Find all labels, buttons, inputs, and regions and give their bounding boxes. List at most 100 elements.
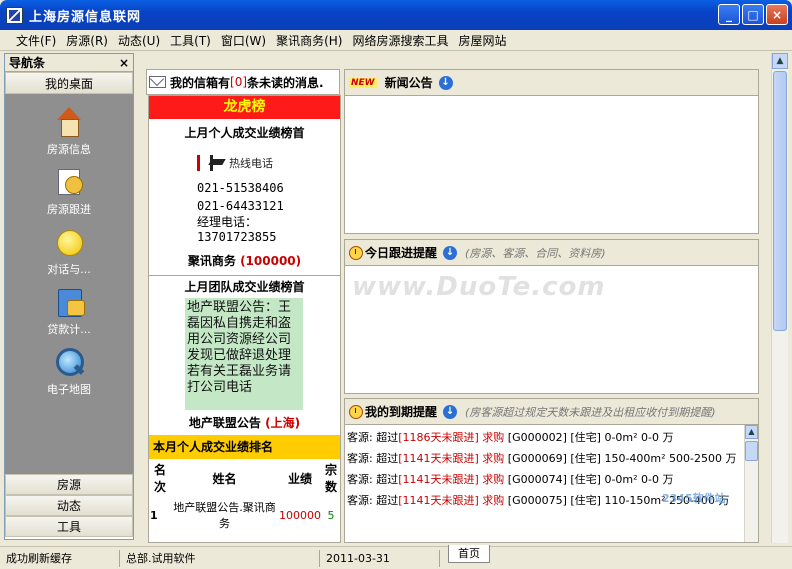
inbox-count: [0] xyxy=(230,75,248,89)
maximize-button[interactable]: □ xyxy=(742,4,764,25)
ranking-title: 龙虎榜 xyxy=(149,96,340,119)
scroll-thumb[interactable] xyxy=(773,71,787,331)
menu-tools[interactable]: 工具(T) xyxy=(170,32,211,49)
hotline-logo: 热线电话 xyxy=(197,153,340,173)
row-days: [1141天未跟进] xyxy=(398,494,479,507)
nav-tool-listings[interactable]: 房源信息 xyxy=(5,106,133,157)
hotline-label: 热线电话 xyxy=(229,157,273,170)
phone-1: 021-51538406 xyxy=(197,181,284,195)
scroll-up-icon[interactable]: ▲ xyxy=(745,425,758,439)
inbox-suffix: 条未读的消息. xyxy=(247,75,324,90)
corner-watermark: 2345软件站 xyxy=(662,492,726,505)
tab-home[interactable]: 首页 xyxy=(448,545,490,563)
divider xyxy=(149,275,340,276)
scroll-thumb[interactable] xyxy=(745,441,758,461)
nav-close-icon[interactable]: × xyxy=(119,56,129,70)
manager-phone: 13701723855 xyxy=(197,230,277,244)
main-area: 我的信箱有 [0] 条未读的消息. 龙虎榜 上月个人成交业绩榜首 热线电话 02… xyxy=(138,53,771,543)
row-detail: [G000074] [住宅] 0-0m² 0-0 万 xyxy=(504,473,674,486)
cell-name: 地产联盟公告.聚讯商务 xyxy=(173,501,276,530)
nav-section-desktop[interactable]: 我的桌面 xyxy=(5,72,133,94)
arrow-down-icon[interactable]: ↓ xyxy=(438,75,453,90)
expiry-hint: (房客源超过规定天数未跟进及出租应收付到期提醒) xyxy=(465,405,716,419)
smile-icon xyxy=(53,226,85,258)
arrow-down-icon[interactable]: ↓ xyxy=(443,245,458,260)
house-icon xyxy=(53,106,85,138)
expiry-title: 我的到期提醒 xyxy=(365,405,438,419)
row-detail: [G000002] [住宅] 0-0m² 0-0 万 xyxy=(504,431,674,444)
monthly-ranking-title: 本月个人成交业绩排名 xyxy=(149,435,340,459)
row-type: 客源: 超过 xyxy=(347,473,399,486)
expiry-panel: 我的到期提醒 ↓ (房客源超过规定天数未跟进及出租应收付到期提醒) 客源: 超过… xyxy=(344,398,759,543)
list-item[interactable]: 客源: 超过[1186天未跟进] 求购 [G000002] [住宅] 0-0m²… xyxy=(347,427,741,448)
col-deals: 宗数 xyxy=(324,463,337,494)
team-notice: 地产联盟公告：王磊因私自携走和盗用公司资源经公司发现已做辞退处理 若有关王磊业务… xyxy=(185,298,303,410)
rank-table-header: 名次 姓名 业绩 宗数 xyxy=(149,459,340,497)
nav-tool-loan[interactable]: 贷款计... xyxy=(5,286,133,337)
menu-juxun[interactable]: 聚讯商务(H) xyxy=(276,32,342,49)
cell-rank: 1 xyxy=(150,508,158,522)
manager-label: 经理电话： xyxy=(197,215,258,229)
nav-tool-map[interactable]: 电子地图 xyxy=(5,346,133,397)
row-days: [1141天未跟进] xyxy=(398,473,479,486)
nav-tool-label: 房源跟进 xyxy=(47,203,91,216)
nav-header: 导航条 × xyxy=(5,54,133,72)
row-kind: 求购 xyxy=(482,473,505,486)
nav-tools: 房源信息 房源跟进 对话与... 贷款计... 电子地图 xyxy=(5,94,133,474)
scroll-up-icon[interactable]: ▲ xyxy=(772,53,788,69)
row-type: 客源: 超过 xyxy=(347,452,399,465)
close-button[interactable]: × xyxy=(766,4,788,25)
hotline-icon xyxy=(197,153,225,173)
ranking-panel: 龙虎榜 上月个人成交业绩榜首 热线电话 021-51538406 021-644… xyxy=(148,95,341,543)
menu-search-tool[interactable]: 网络房源搜索工具 xyxy=(352,32,448,49)
list-item[interactable]: 客源: 超过[1141天未跟进] 求购 [G000069] [住宅] 150-4… xyxy=(347,448,741,469)
phone-2: 021-64433121 xyxy=(197,199,284,213)
menu-bar: 文件(F) 房源(R) 动态(U) 工具(T) 窗口(W) 聚讯商务(H) 网络… xyxy=(0,30,792,51)
menu-file[interactable]: 文件(F) xyxy=(16,32,56,49)
new-badge-icon: NEW xyxy=(349,77,377,88)
nav-section-tools[interactable]: 工具 xyxy=(5,516,133,537)
list-item[interactable]: 客源: 超过[1141天未跟进] 求购 [G000074] [住宅] 0-0m²… xyxy=(347,469,741,490)
inbox-bar[interactable]: 我的信箱有 [0] 条未读的消息. xyxy=(146,69,340,95)
map-icon xyxy=(53,346,85,378)
calc-icon xyxy=(53,286,85,318)
league-name: 地产联盟公告 xyxy=(188,416,261,430)
expiry-header: 我的到期提醒 ↓ (房客源超过规定天数未跟进及出租应收付到期提醒) xyxy=(345,399,758,425)
biz-line: 聚讯商务 (100000) xyxy=(149,252,340,269)
league-line: 地产联盟公告 (上海) xyxy=(149,414,340,431)
nav-tool-chat[interactable]: 对话与... xyxy=(5,226,133,277)
nav-panel: 导航条 × 我的桌面 房源信息 房源跟进 对话与... 贷款计... 电子地图 … xyxy=(4,53,134,540)
arrow-down-icon[interactable]: ↓ xyxy=(443,404,458,419)
cell-perf: 100000 xyxy=(279,508,321,522)
row-type: 客源: 超过 xyxy=(347,431,399,444)
today-hint: (房源、客源、合同、资料房) xyxy=(465,246,606,260)
today-title: 今日跟进提醒 xyxy=(365,246,438,260)
alarm-clock-icon xyxy=(349,245,363,260)
nav-section-news[interactable]: 动态 xyxy=(5,495,133,516)
expiry-list: 客源: 超过[1186天未跟进] 求购 [G000002] [住宅] 0-0m²… xyxy=(345,425,743,541)
follow-icon xyxy=(53,166,85,198)
col-rank: 名次 xyxy=(153,463,166,494)
col-perf: 业绩 xyxy=(287,471,312,486)
nav-section-listings[interactable]: 房源 xyxy=(5,474,133,495)
cell-deals: 5 xyxy=(327,508,335,522)
minimize-button[interactable]: _ xyxy=(718,4,740,25)
news-title: 新闻公告 xyxy=(384,76,433,90)
expiry-scrollbar[interactable]: ▲ xyxy=(744,425,758,542)
nav-tool-label: 贷款计... xyxy=(47,323,91,336)
today-header: 今日跟进提醒 ↓ (房源、客源、合同、资料房) xyxy=(345,240,758,266)
row-days: [1186天未跟进] xyxy=(398,431,479,444)
today-panel: 今日跟进提醒 ↓ (房源、客源、合同、资料房) xyxy=(344,239,759,394)
app-icon xyxy=(6,6,23,24)
menu-window[interactable]: 窗口(W) xyxy=(221,32,266,49)
nav-tool-followup[interactable]: 房源跟进 xyxy=(5,166,133,217)
window-title: 上海房源信息联网 xyxy=(29,9,142,25)
menu-news[interactable]: 动态(U) xyxy=(118,32,160,49)
menu-websites[interactable]: 房屋网站 xyxy=(458,32,506,49)
nav-title: 导航条 xyxy=(9,56,46,70)
table-row[interactable]: 1 地产联盟公告.聚讯商务 100000 5 xyxy=(149,497,340,533)
status-message: 成功刷新缓存 xyxy=(0,549,120,567)
main-scrollbar[interactable]: ▲ xyxy=(771,53,788,543)
menu-listings[interactable]: 房源(R) xyxy=(66,32,108,49)
biz-name: 聚讯商务 xyxy=(187,254,236,268)
